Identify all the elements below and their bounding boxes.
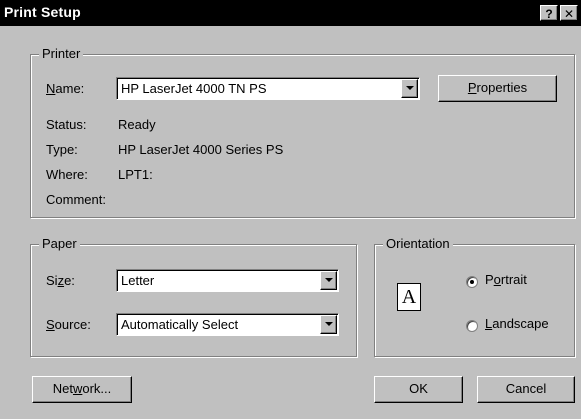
printer-name-select[interactable]: HP LaserJet 4000 TN PS [116, 77, 420, 100]
help-button[interactable]: ? [540, 5, 558, 21]
properties-button[interactable]: Properties [438, 75, 557, 102]
status-value: Ready [118, 117, 156, 132]
paper-source-label: Source: [46, 317, 91, 332]
close-button[interactable]: ✕ [560, 5, 578, 21]
type-value: HP LaserJet 4000 Series PS [118, 142, 284, 157]
paper-source-select[interactable]: Automatically Select [116, 313, 339, 336]
window-title: Print Setup [4, 4, 81, 20]
ok-button[interactable]: OK [374, 376, 463, 403]
paper-source-value: Automatically Select [121, 317, 239, 332]
chevron-down-icon[interactable] [320, 315, 337, 334]
paper-size-label: Size: [46, 273, 75, 288]
paper-size-value: Letter [121, 273, 155, 288]
where-label: Where: [46, 167, 88, 182]
chevron-down-icon[interactable] [320, 271, 337, 290]
title-bar: Print Setup ? ✕ [0, 0, 581, 26]
paper-group: Paper [30, 236, 357, 357]
orientation-group-legend: Orientation [383, 236, 453, 251]
printer-name-value: HP LaserJet 4000 TN PS [121, 81, 267, 96]
portrait-page-icon: A [397, 283, 421, 311]
landscape-radio[interactable] [466, 320, 478, 332]
status-label: Status: [46, 117, 87, 132]
portrait-radio[interactable] [466, 276, 478, 288]
cancel-button[interactable]: Cancel [477, 376, 575, 403]
printer-group-legend: Printer [39, 46, 84, 61]
paper-size-select[interactable]: Letter [116, 269, 339, 292]
network-button[interactable]: Network... [32, 376, 132, 403]
portrait-label[interactable]: Portrait [485, 272, 527, 287]
where-value: LPT1: [118, 167, 153, 182]
type-label: Type: [46, 142, 78, 157]
comment-label: Comment: [46, 192, 106, 207]
chevron-down-icon[interactable] [401, 79, 418, 98]
paper-group-legend: Paper [39, 236, 80, 251]
landscape-label[interactable]: Landscape [485, 316, 549, 331]
printer-name-label: Name: [46, 81, 85, 96]
